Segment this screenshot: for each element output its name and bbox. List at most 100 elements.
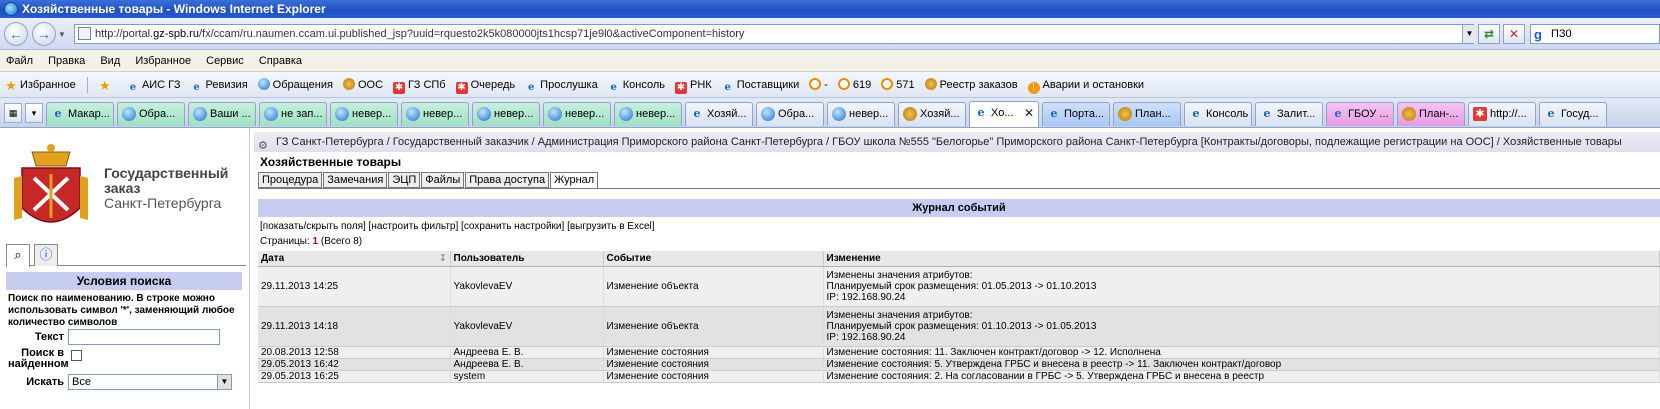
- browser-tab[interactable]: e Залит...: [1255, 102, 1323, 126]
- cell-event: Изменение объекта: [603, 266, 824, 307]
- doc-tab[interactable]: Замечания: [323, 172, 388, 188]
- change-line: Планируемый срок размещения: 01.05.2013 …: [826, 280, 1097, 292]
- favorites-button[interactable]: ★ Избранное: [0, 72, 81, 97]
- table-row[interactable]: 20.08.2013 12:58 Андреева Е. В. Изменение …: [258, 346, 1660, 359]
- favorite-link[interactable]: -: [804, 72, 833, 97]
- browser-tab[interactable]: Ваши ...: [188, 102, 256, 126]
- menu-tools[interactable]: Сервис: [200, 50, 250, 72]
- favorite-label: Аварии и остановки: [1042, 79, 1145, 91]
- clock-icon: [837, 78, 850, 90]
- menu-edit[interactable]: Правка: [42, 50, 91, 72]
- favorite-link[interactable]: e Ревизия: [186, 72, 253, 97]
- menu-favorites[interactable]: Избранное: [129, 50, 197, 72]
- browser-tab[interactable]: Хозяй...: [898, 102, 966, 126]
- browser-tab[interactable]: e Госуд...: [1539, 102, 1607, 126]
- browser-tab-label: План-...: [1419, 108, 1459, 120]
- table-row[interactable]: 29.05.2013 16:42 Андреева Е. В. Изменение …: [258, 358, 1660, 371]
- cell-change: Изменение состояния: 11. Заключен контра…: [823, 346, 1660, 359]
- table-row[interactable]: 29.11.2013 14:18 YakovlevaEV Изменение объ…: [258, 306, 1660, 347]
- browser-tab[interactable]: e Хо... ✕: [969, 101, 1039, 127]
- favorite-label: ГЗ СПб: [408, 79, 446, 91]
- favorite-link[interactable]: e Прослушка: [520, 72, 603, 97]
- browser-tab[interactable]: e Порта...: [1042, 102, 1110, 126]
- browser-tab[interactable]: невер...: [472, 102, 540, 126]
- browser-tab[interactable]: e Консоль: [1184, 102, 1252, 126]
- favorite-label: 571: [896, 79, 915, 91]
- favorite-link[interactable]: Реестр заказов: [920, 72, 1023, 97]
- browser-tab[interactable]: невер...: [614, 102, 682, 126]
- current-page-link[interactable]: 1: [313, 236, 319, 247]
- browser-tab[interactable]: невер...: [401, 102, 469, 126]
- address-dropdown[interactable]: ▼: [1462, 25, 1476, 43]
- column-date[interactable]: Дата ↧: [258, 251, 451, 267]
- favorite-link[interactable]: Обращения: [253, 72, 338, 97]
- search-in-found-label-2: найденном: [8, 358, 69, 370]
- close-tab-icon[interactable]: ✕: [1024, 102, 1034, 124]
- favorite-link[interactable]: e Поставщики: [717, 72, 805, 97]
- browser-tab[interactable]: не зап...: [259, 102, 327, 126]
- ie-icon: e: [527, 82, 535, 93]
- ie-icon: e: [1192, 107, 1200, 120]
- browser-tab[interactable]: e ГБОУ ...: [1326, 102, 1394, 126]
- quick-tabs-button[interactable]: ▦: [4, 103, 22, 123]
- back-button[interactable]: ←: [4, 22, 28, 46]
- column-event[interactable]: Событие: [603, 251, 824, 267]
- add-favorite-button[interactable]: ★: [94, 72, 119, 97]
- table-row[interactable]: 29.11.2013 14:25 YakovlevaEV Изменение объ…: [258, 266, 1660, 307]
- favorite-link[interactable]: e Консоль: [603, 72, 670, 97]
- browser-tab[interactable]: Обра...: [117, 102, 185, 126]
- favorite-link[interactable]: ! Аварии и остановки: [1023, 72, 1149, 97]
- recent-pages-dropdown[interactable]: ▼: [58, 30, 68, 40]
- favorite-link[interactable]: ✱ ГЗ СПб: [388, 72, 451, 97]
- column-user[interactable]: Пользователь: [450, 251, 604, 267]
- doc-tab[interactable]: Журнал: [550, 172, 599, 189]
- search-box[interactable]: g ПЗ0: [1530, 24, 1660, 44]
- favorite-label: Прослушка: [540, 79, 598, 91]
- ie-icon: e: [1050, 107, 1058, 120]
- favorite-link[interactable]: 619: [833, 72, 876, 97]
- favorite-link[interactable]: ✱ Очередь: [451, 72, 521, 97]
- favorite-link[interactable]: e АИС ГЗ: [122, 72, 186, 97]
- sort-icon[interactable]: ↧: [439, 253, 447, 264]
- favorite-link[interactable]: ✱ РНК: [670, 72, 717, 97]
- tab-info[interactable]: ⓘ: [34, 244, 58, 266]
- breadcrumb-text[interactable]: ГЗ Санкт-Петербурга / Государственный за…: [276, 136, 1622, 148]
- address-prefix: http://portal.: [95, 28, 154, 40]
- table-row[interactable]: 29.05.2013 16:25 system Изменение состояни…: [258, 370, 1660, 383]
- window-title-bar: Хозяйственные товары - Windows Internet …: [0, 0, 1660, 18]
- doc-tab[interactable]: Процедура: [258, 172, 323, 188]
- doc-tab[interactable]: ЭЦП: [388, 172, 421, 188]
- search-in-select[interactable]: Все ▼: [68, 374, 232, 390]
- logo-line-2: заказ: [104, 180, 141, 196]
- menu-help[interactable]: Справка: [253, 50, 308, 72]
- tab-list-button[interactable]: ▾: [25, 103, 43, 123]
- browser-tab[interactable]: Обра...: [756, 102, 824, 126]
- browser-tab[interactable]: ✱ http://...: [1468, 102, 1536, 126]
- browser-tab[interactable]: e Макар...: [46, 102, 114, 126]
- globe-icon: [548, 107, 562, 121]
- address-bar[interactable]: http://portal.gz-spb.ru/fx/ccam/ru.naume…: [74, 24, 1474, 44]
- browser-tab[interactable]: невер...: [330, 102, 398, 126]
- text-input[interactable]: [68, 329, 220, 345]
- search-in-found-checkbox[interactable]: [71, 350, 82, 361]
- journal-header: Журнал событий: [258, 199, 1660, 217]
- favorite-link[interactable]: ООС: [338, 72, 388, 97]
- browser-tab[interactable]: План...: [1113, 102, 1181, 126]
- tab-search[interactable]: ⌕: [6, 244, 30, 267]
- favorite-link[interactable]: 571: [876, 72, 919, 97]
- menu-view[interactable]: Вид: [94, 50, 126, 72]
- column-change[interactable]: Изменение: [823, 251, 1660, 267]
- browser-tab[interactable]: невер...: [543, 102, 611, 126]
- menu-file[interactable]: Файл: [0, 50, 39, 72]
- browser-tab[interactable]: План-...: [1397, 102, 1465, 126]
- refresh-button[interactable]: ⇄: [1478, 24, 1500, 44]
- doc-tab[interactable]: Права доступа: [465, 172, 550, 188]
- table-actions[interactable]: [показать/скрыть поля] [настроить фильтр…: [260, 221, 655, 232]
- browser-tab[interactable]: невер...: [827, 102, 895, 126]
- doc-tab[interactable]: Файлы: [421, 172, 465, 188]
- forward-button[interactable]: →: [32, 22, 56, 46]
- stop-button[interactable]: ✕: [1503, 24, 1525, 44]
- browser-tab[interactable]: e Хозяй...: [685, 102, 753, 126]
- favorite-label: ООС: [357, 79, 384, 91]
- cell-change: Изменение состояния: 2. На согласовании …: [823, 370, 1660, 383]
